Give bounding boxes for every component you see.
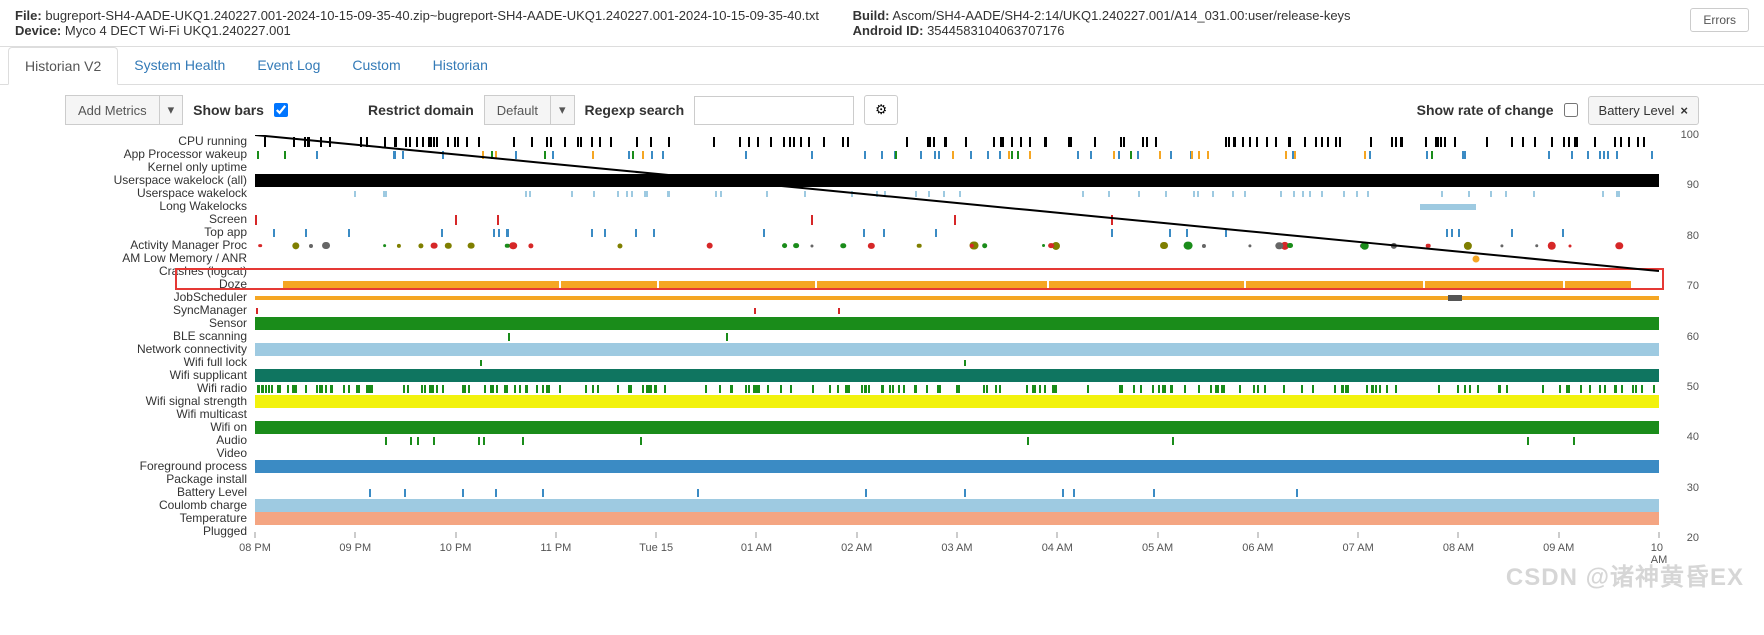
chart: CPU runningApp Processor wakeupKernel on… xyxy=(0,135,1764,602)
watermark: CSDN @诸神黄昏EX xyxy=(1506,557,1744,592)
y-tick: 60 xyxy=(1687,331,1699,343)
device-value: Myco 4 DECT Wi-Fi UKQ1.240227.001 xyxy=(65,23,291,38)
row-track xyxy=(255,174,1659,187)
rate-label: Show rate of change xyxy=(1417,102,1554,118)
add-metrics-group: Add Metrics ▾ xyxy=(65,95,183,125)
y-tick: 90 xyxy=(1687,179,1699,191)
row-track xyxy=(255,395,1659,408)
row-track xyxy=(255,213,1659,226)
rate-checkbox[interactable] xyxy=(1564,103,1578,117)
header-mid: Build: Ascom/SH4-AADE/SH4-2:14/UKQ1.2402… xyxy=(853,8,1691,38)
row-track xyxy=(255,356,1659,369)
tab-historian[interactable]: Historian xyxy=(417,47,504,84)
show-bars-checkbox[interactable] xyxy=(274,103,288,117)
y-tick: 30 xyxy=(1687,482,1699,494)
row-track xyxy=(255,499,1659,512)
row-track xyxy=(255,408,1659,421)
header-info: File: bugreport-SH4-AADE-UKQ1.240227.001… xyxy=(0,0,1764,47)
row-track xyxy=(255,421,1659,434)
row-track xyxy=(255,135,1659,148)
x-tick: 01 AM xyxy=(741,542,772,554)
errors-button[interactable]: Errors xyxy=(1690,8,1749,32)
row-track xyxy=(255,486,1659,499)
row-track xyxy=(255,512,1659,525)
x-tick: 09 PM xyxy=(339,542,371,554)
build-label: Build: xyxy=(853,8,890,23)
row-track xyxy=(255,200,1659,213)
row-track xyxy=(255,460,1659,473)
x-tick: 08 AM xyxy=(1443,542,1474,554)
row-track xyxy=(255,278,1659,291)
x-axis: 08 PM09 PM10 PM11 PMTue 1501 AM02 AM03 A… xyxy=(255,538,1659,562)
row-track xyxy=(255,148,1659,161)
x-tick: 04 AM xyxy=(1042,542,1073,554)
row-track xyxy=(255,447,1659,460)
y-tick: 40 xyxy=(1687,431,1699,443)
settings-button[interactable]: ⚙ xyxy=(864,95,898,125)
restrict-domain-select[interactable]: Default xyxy=(484,95,551,125)
tab-system-health[interactable]: System Health xyxy=(118,47,241,84)
selected-metric-label: Battery Level xyxy=(1599,103,1675,118)
toolbar: Add Metrics ▾ Show bars Restrict domain … xyxy=(0,85,1764,135)
regexp-label: Regexp search xyxy=(585,102,685,118)
android-id-value: 3544583104063707176 xyxy=(927,23,1064,38)
y-tick: 70 xyxy=(1687,280,1699,292)
add-metrics-button[interactable]: Add Metrics xyxy=(65,95,160,125)
row-track xyxy=(255,330,1659,343)
restrict-domain-group: Default ▾ xyxy=(484,95,575,125)
x-tick: 09 AM xyxy=(1543,542,1574,554)
tabs: Historian V2System HealthEvent LogCustom… xyxy=(0,47,1764,85)
remove-metric-icon[interactable]: × xyxy=(1680,103,1688,118)
x-tick: 08 PM xyxy=(239,542,271,554)
file-value: bugreport-SH4-AADE-UKQ1.240227.001-2024-… xyxy=(45,8,819,23)
restrict-domain-label: Restrict domain xyxy=(368,102,474,118)
row-labels: CPU runningApp Processor wakeupKernel on… xyxy=(65,135,255,538)
gear-icon: ⚙ xyxy=(875,102,887,117)
x-tick: 05 AM xyxy=(1142,542,1173,554)
restrict-domain-caret[interactable]: ▾ xyxy=(551,95,575,125)
x-tick: 02 AM xyxy=(841,542,872,554)
y-axis: 1009080706050403020 xyxy=(1659,135,1699,538)
row-track xyxy=(255,252,1659,265)
file-label: File: xyxy=(15,8,42,23)
row-track xyxy=(255,473,1659,486)
y-tick: 50 xyxy=(1687,381,1699,393)
device-label: Device: xyxy=(15,23,61,38)
add-metrics-caret[interactable]: ▾ xyxy=(160,95,184,125)
y-tick: 80 xyxy=(1687,230,1699,242)
x-tick: 07 AM xyxy=(1343,542,1374,554)
row-track xyxy=(255,369,1659,382)
header-right: Errors xyxy=(1690,8,1749,38)
row-track xyxy=(255,382,1659,395)
selected-metric-badge: Battery Level × xyxy=(1588,96,1699,125)
android-id-label: Android ID: xyxy=(853,23,924,38)
row-track xyxy=(255,291,1659,304)
timeline[interactable] xyxy=(255,135,1659,525)
x-tick: 10 AM xyxy=(1651,542,1668,566)
x-tick: 10 PM xyxy=(440,542,472,554)
row-label: Plugged xyxy=(65,525,247,538)
y-tick: 20 xyxy=(1687,532,1699,544)
x-tick: 06 AM xyxy=(1242,542,1273,554)
tab-custom[interactable]: Custom xyxy=(336,47,416,84)
show-bars-label: Show bars xyxy=(193,102,264,118)
row-track xyxy=(255,343,1659,356)
x-tick: 11 PM xyxy=(540,542,571,554)
build-value: Ascom/SH4-AADE/SH4-2:14/UKQ1.240227.001/… xyxy=(892,8,1350,23)
row-track xyxy=(255,304,1659,317)
row-track xyxy=(255,239,1659,252)
y-tick: 100 xyxy=(1681,129,1699,141)
row-track xyxy=(255,434,1659,447)
row-track xyxy=(255,317,1659,330)
row-track xyxy=(255,161,1659,174)
row-track xyxy=(255,226,1659,239)
header-left: File: bugreport-SH4-AADE-UKQ1.240227.001… xyxy=(15,8,853,38)
row-track xyxy=(255,187,1659,200)
row-track xyxy=(255,265,1659,278)
tab-historian-v2[interactable]: Historian V2 xyxy=(8,47,118,85)
x-tick: Tue 15 xyxy=(639,542,673,554)
regexp-input[interactable] xyxy=(694,96,854,125)
x-tick: 03 AM xyxy=(941,542,972,554)
tab-event-log[interactable]: Event Log xyxy=(241,47,336,84)
